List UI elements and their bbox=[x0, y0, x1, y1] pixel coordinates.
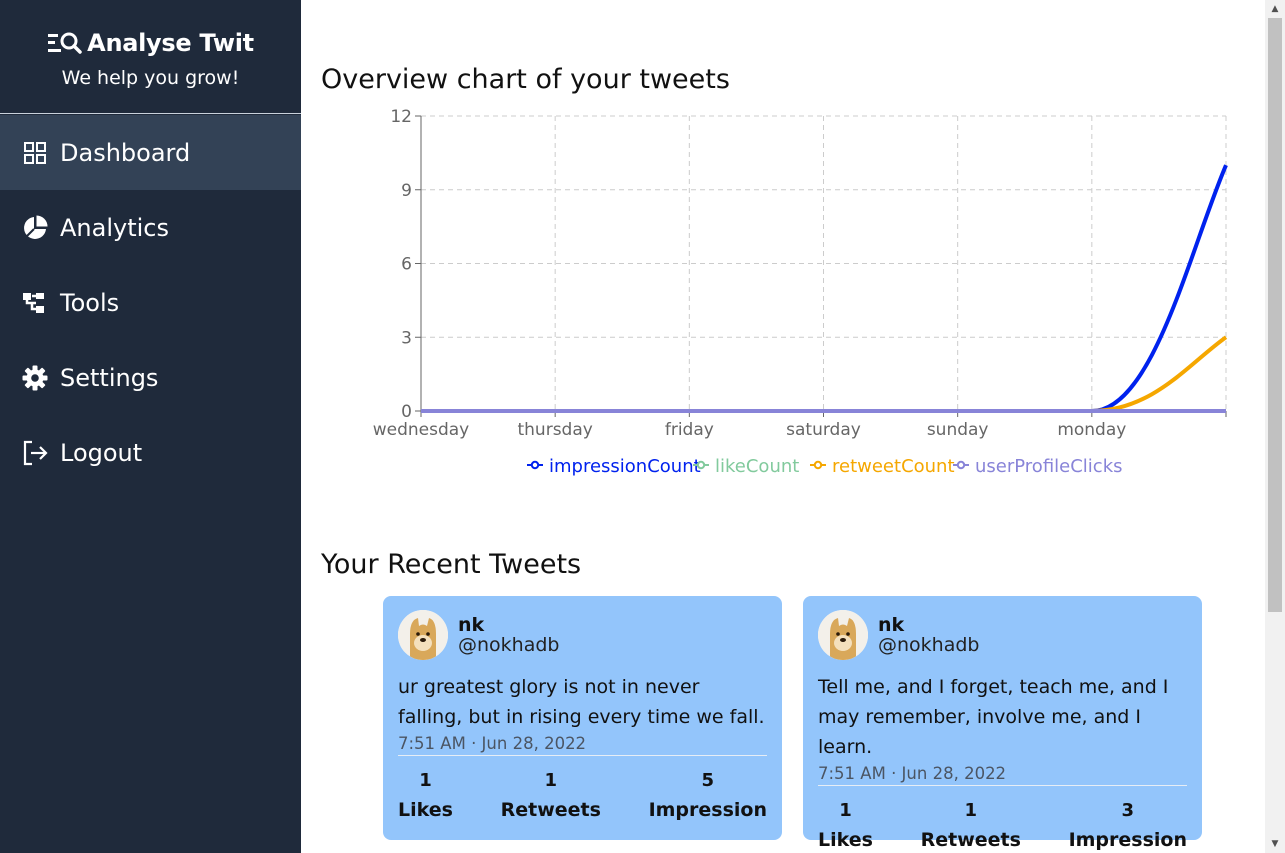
tools-tree-icon bbox=[22, 290, 48, 316]
tweet-text: ur greatest glory is not in never fallin… bbox=[398, 676, 765, 728]
app-title: Analyse Twit bbox=[87, 29, 254, 57]
tweet-timestamp: 7:51 AM · Jun 28, 2022 bbox=[398, 734, 767, 756]
sidebar-item-settings[interactable]: Settings bbox=[0, 340, 301, 415]
x-tick-label: saturday bbox=[786, 420, 861, 440]
main-content: Overview chart of your tweets 0 3 6 9 12 wedn… bbox=[301, 0, 1265, 853]
sidebar-item-label: Tools bbox=[60, 288, 120, 317]
y-tick-label: 9 bbox=[401, 181, 412, 201]
sidebar: Analyse Twit We help you grow! Dashboard… bbox=[0, 0, 301, 853]
tweet-text: Tell me, and I forget, teach me, and I m… bbox=[818, 676, 1169, 758]
legend-label: retweetCount bbox=[832, 456, 955, 477]
likes-label: Likes bbox=[398, 799, 453, 821]
sidebar-item-label: Logout bbox=[60, 438, 143, 467]
tweet-card[interactable]: nk @nokhadb ur greatest glory is not in … bbox=[383, 596, 782, 840]
x-tick-label: monday bbox=[1057, 420, 1126, 440]
tweet-timestamp: 7:51 AM · Jun 28, 2022 bbox=[818, 764, 1187, 786]
search-list-icon bbox=[47, 31, 83, 55]
impressions-count: 3 bbox=[1121, 800, 1135, 821]
retweets-label: Retweets bbox=[920, 829, 1021, 851]
y-tick-label: 12 bbox=[390, 107, 412, 127]
scroll-down-arrow-icon[interactable]: ▼ bbox=[1265, 835, 1285, 853]
sidebar-item-analytics[interactable]: Analytics bbox=[0, 190, 301, 265]
tweet-author-name: nk bbox=[458, 614, 485, 636]
scroll-up-arrow-icon[interactable]: ▲ bbox=[1265, 0, 1285, 18]
impressions-stat: 3 Impression bbox=[1069, 800, 1187, 851]
retweets-count: 1 bbox=[964, 800, 978, 821]
x-tick-label: thursday bbox=[517, 420, 592, 440]
avatar bbox=[398, 610, 448, 660]
x-tick-label: wednesday bbox=[373, 420, 470, 440]
likes-count: 1 bbox=[419, 770, 432, 791]
sidebar-item-tools[interactable]: Tools bbox=[0, 265, 301, 340]
vertical-scrollbar[interactable]: ▲ ▼ bbox=[1265, 0, 1285, 853]
recent-tweets-title: Your Recent Tweets bbox=[321, 549, 582, 580]
sidebar-item-logout[interactable]: Logout bbox=[0, 415, 301, 490]
tweet-card[interactable]: nk @nokhadb Tell me, and I forget, teach… bbox=[803, 596, 1202, 851]
legend-label: likeCount bbox=[715, 456, 799, 477]
retweets-stat: 1 Retweets bbox=[501, 770, 601, 821]
sidebar-item-label: Analytics bbox=[60, 213, 169, 242]
y-tick-label: 0 bbox=[401, 402, 412, 422]
impressions-count: 5 bbox=[701, 770, 715, 791]
scrollbar-thumb[interactable] bbox=[1268, 18, 1282, 612]
retweets-label: Retweets bbox=[500, 799, 601, 821]
likes-count: 1 bbox=[839, 800, 852, 821]
avatar bbox=[818, 610, 868, 660]
legend-label: userProfileClicks bbox=[975, 456, 1123, 477]
sidebar-item-label: Settings bbox=[60, 363, 159, 392]
overview-title: Overview chart of your tweets bbox=[321, 64, 730, 95]
gear-icon bbox=[22, 365, 48, 391]
impressions-label: Impression bbox=[1068, 829, 1187, 851]
legend-label: impressionCount bbox=[549, 456, 701, 477]
overview-line-chart: 0 3 6 9 12 wednesday thursday friday saturday sun… bbox=[373, 107, 1228, 477]
dashboard-grid-icon bbox=[22, 140, 48, 166]
app-tagline: We help you grow! bbox=[61, 67, 240, 89]
logout-icon bbox=[22, 440, 48, 466]
y-tick-label: 6 bbox=[401, 255, 412, 275]
tweet-author-name: nk bbox=[878, 614, 905, 636]
legend-marker-dot bbox=[696, 460, 706, 470]
x-tick-label: sunday bbox=[927, 420, 989, 440]
likes-stat: 1 Likes bbox=[818, 800, 873, 851]
y-tick-label: 3 bbox=[401, 328, 412, 348]
brand-header: Analyse Twit We help you grow! bbox=[0, 0, 301, 114]
impressions-stat: 5 Impression bbox=[649, 770, 767, 821]
x-tick-label: friday bbox=[665, 420, 714, 440]
sidebar-item-label: Dashboard bbox=[60, 138, 191, 167]
impressions-label: Impression bbox=[648, 799, 767, 821]
likes-label: Likes bbox=[818, 829, 873, 851]
pie-chart-icon bbox=[22, 215, 48, 241]
retweets-stat: 1 Retweets bbox=[921, 800, 1021, 851]
retweets-count: 1 bbox=[544, 770, 558, 791]
legend-marker-dot bbox=[813, 460, 823, 470]
sidebar-item-dashboard[interactable]: Dashboard bbox=[0, 115, 301, 190]
legend-marker-dot bbox=[956, 460, 966, 470]
likes-stat: 1 Likes bbox=[398, 770, 453, 821]
legend-marker-dot bbox=[530, 460, 540, 470]
tweet-author-handle: @nokhadb bbox=[458, 634, 560, 656]
tweet-author-handle: @nokhadb bbox=[878, 634, 980, 656]
